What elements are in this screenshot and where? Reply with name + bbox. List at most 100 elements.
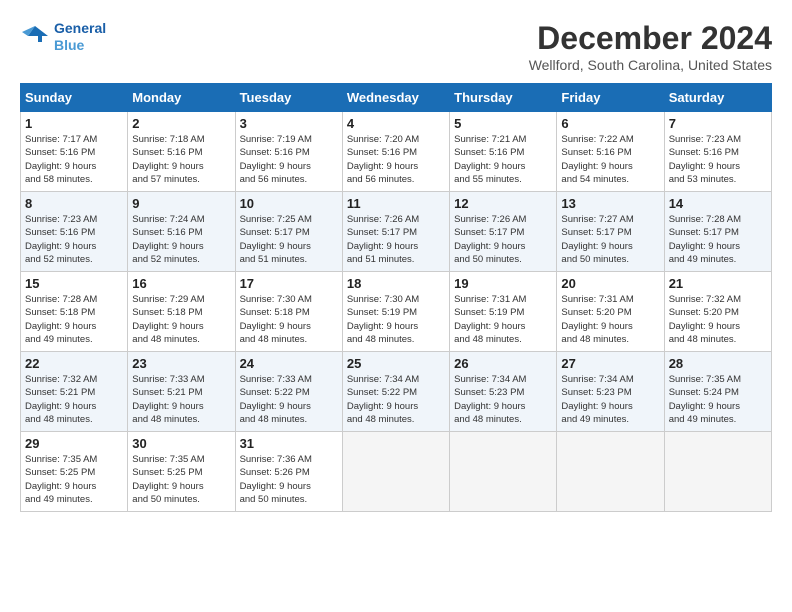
calendar-week-row: 29Sunrise: 7:35 AM Sunset: 5:25 PM Dayli… — [21, 432, 772, 512]
calendar-cell: 4 Sunrise: 7:20 AM Sunset: 5:16 PM Daylig… — [342, 112, 449, 192]
calendar-cell: 3 Sunrise: 7:19 AM Sunset: 5:16 PM Daylig… — [235, 112, 342, 192]
calendar-cell: 2 Sunrise: 7:18 AM Sunset: 5:16 PM Daylig… — [128, 112, 235, 192]
day-number: 17 — [240, 276, 338, 291]
calendar-cell: 17 Sunrise: 7:30 AM Sunset: 5:18 PM Dayli… — [235, 272, 342, 352]
calendar-cell: 21 Sunrise: 7:32 AM Sunset: 5:20 PM Dayli… — [664, 272, 771, 352]
day-info: Sunrise: 7:28 AM Sunset: 5:17 PM Dayligh… — [669, 213, 767, 266]
day-number: 11 — [347, 196, 445, 211]
calendar-cell: 5 Sunrise: 7:21 AM Sunset: 5:16 PM Daylig… — [450, 112, 557, 192]
day-info: Sunrise: 7:20 AM Sunset: 5:16 PM Dayligh… — [347, 133, 445, 186]
calendar-cell: 14Sunrise: 7:28 AM Sunset: 5:17 PM Dayli… — [664, 192, 771, 272]
calendar-cell: 27 Sunrise: 7:34 AM Sunset: 5:23 PM Dayli… — [557, 352, 664, 432]
day-info: Sunrise: 7:28 AM Sunset: 5:18 PM Dayligh… — [25, 293, 123, 346]
calendar-table: SundayMondayTuesdayWednesdayThursdayFrid… — [20, 83, 772, 512]
day-number: 28 — [669, 356, 767, 371]
calendar-cell: 7Sunrise: 7:23 AM Sunset: 5:16 PM Daylig… — [664, 112, 771, 192]
day-number: 10 — [240, 196, 338, 211]
day-number: 22 — [25, 356, 123, 371]
logo-icon — [20, 22, 50, 52]
day-number: 25 — [347, 356, 445, 371]
calendar-cell: 20Sunrise: 7:31 AM Sunset: 5:20 PM Dayli… — [557, 272, 664, 352]
calendar-cell: 24Sunrise: 7:33 AM Sunset: 5:22 PM Dayli… — [235, 352, 342, 432]
day-info: Sunrise: 7:27 AM Sunset: 5:17 PM Dayligh… — [561, 213, 659, 266]
location: Wellford, South Carolina, United States — [529, 57, 772, 73]
day-number: 5 — [454, 116, 552, 131]
calendar-cell: 12 Sunrise: 7:26 AM Sunset: 5:17 PM Dayli… — [450, 192, 557, 272]
month-title: December 2024 — [529, 20, 772, 57]
day-info: Sunrise: 7:35 AM Sunset: 5:25 PM Dayligh… — [25, 453, 123, 506]
day-info: Sunrise: 7:35 AM Sunset: 5:25 PM Dayligh… — [132, 453, 230, 506]
day-info: Sunrise: 7:25 AM Sunset: 5:17 PM Dayligh… — [240, 213, 338, 266]
calendar-cell — [450, 432, 557, 512]
day-number: 15 — [25, 276, 123, 291]
day-number: 9 — [132, 196, 230, 211]
day-info: Sunrise: 7:36 AM Sunset: 5:26 PM Dayligh… — [240, 453, 338, 506]
day-info: Sunrise: 7:30 AM Sunset: 5:19 PM Dayligh… — [347, 293, 445, 346]
logo: General Blue — [20, 20, 106, 54]
calendar-cell: 31 Sunrise: 7:36 AM Sunset: 5:26 PM Dayli… — [235, 432, 342, 512]
day-info: Sunrise: 7:23 AM Sunset: 5:16 PM Dayligh… — [25, 213, 123, 266]
day-number: 1 — [25, 116, 123, 131]
day-number: 30 — [132, 436, 230, 451]
calendar-cell: 10 Sunrise: 7:25 AM Sunset: 5:17 PM Dayli… — [235, 192, 342, 272]
day-number: 18 — [347, 276, 445, 291]
calendar-cell — [342, 432, 449, 512]
calendar-cell: 26 Sunrise: 7:34 AM Sunset: 5:23 PM Dayli… — [450, 352, 557, 432]
day-info: Sunrise: 7:17 AM Sunset: 5:16 PM Dayligh… — [25, 133, 123, 186]
page-header: General Blue December 2024 Wellford, Sou… — [20, 20, 772, 73]
day-number: 20 — [561, 276, 659, 291]
calendar-cell: 16 Sunrise: 7:29 AM Sunset: 5:18 PM Dayli… — [128, 272, 235, 352]
weekday-header: Friday — [557, 84, 664, 112]
day-info: Sunrise: 7:30 AM Sunset: 5:18 PM Dayligh… — [240, 293, 338, 346]
weekday-header: Sunday — [21, 84, 128, 112]
calendar-cell: 22 Sunrise: 7:32 AM Sunset: 5:21 PM Dayli… — [21, 352, 128, 432]
calendar-cell: 13Sunrise: 7:27 AM Sunset: 5:17 PM Dayli… — [557, 192, 664, 272]
day-info: Sunrise: 7:32 AM Sunset: 5:20 PM Dayligh… — [669, 293, 767, 346]
day-number: 16 — [132, 276, 230, 291]
day-info: Sunrise: 7:29 AM Sunset: 5:18 PM Dayligh… — [132, 293, 230, 346]
calendar-week-row: 1 Sunrise: 7:17 AM Sunset: 5:16 PM Daylig… — [21, 112, 772, 192]
day-number: 6 — [561, 116, 659, 131]
day-info: Sunrise: 7:32 AM Sunset: 5:21 PM Dayligh… — [25, 373, 123, 426]
day-number: 26 — [454, 356, 552, 371]
calendar-cell: 8Sunrise: 7:23 AM Sunset: 5:16 PM Daylig… — [21, 192, 128, 272]
day-info: Sunrise: 7:34 AM Sunset: 5:23 PM Dayligh… — [561, 373, 659, 426]
day-number: 3 — [240, 116, 338, 131]
weekday-header-row: SundayMondayTuesdayWednesdayThursdayFrid… — [21, 84, 772, 112]
day-number: 4 — [347, 116, 445, 131]
calendar-cell: 11Sunrise: 7:26 AM Sunset: 5:17 PM Dayli… — [342, 192, 449, 272]
day-info: Sunrise: 7:21 AM Sunset: 5:16 PM Dayligh… — [454, 133, 552, 186]
calendar-cell: 6Sunrise: 7:22 AM Sunset: 5:16 PM Daylig… — [557, 112, 664, 192]
title-block: December 2024 Wellford, South Carolina, … — [529, 20, 772, 73]
day-number: 19 — [454, 276, 552, 291]
day-info: Sunrise: 7:18 AM Sunset: 5:16 PM Dayligh… — [132, 133, 230, 186]
day-info: Sunrise: 7:33 AM Sunset: 5:21 PM Dayligh… — [132, 373, 230, 426]
calendar-cell: 25Sunrise: 7:34 AM Sunset: 5:22 PM Dayli… — [342, 352, 449, 432]
day-info: Sunrise: 7:35 AM Sunset: 5:24 PM Dayligh… — [669, 373, 767, 426]
day-number: 24 — [240, 356, 338, 371]
day-number: 27 — [561, 356, 659, 371]
weekday-header: Tuesday — [235, 84, 342, 112]
day-info: Sunrise: 7:34 AM Sunset: 5:23 PM Dayligh… — [454, 373, 552, 426]
weekday-header: Monday — [128, 84, 235, 112]
day-info: Sunrise: 7:24 AM Sunset: 5:16 PM Dayligh… — [132, 213, 230, 266]
calendar-cell: 29Sunrise: 7:35 AM Sunset: 5:25 PM Dayli… — [21, 432, 128, 512]
calendar-week-row: 8Sunrise: 7:23 AM Sunset: 5:16 PM Daylig… — [21, 192, 772, 272]
day-info: Sunrise: 7:26 AM Sunset: 5:17 PM Dayligh… — [454, 213, 552, 266]
weekday-header: Thursday — [450, 84, 557, 112]
day-info: Sunrise: 7:19 AM Sunset: 5:16 PM Dayligh… — [240, 133, 338, 186]
calendar-cell: 18 Sunrise: 7:30 AM Sunset: 5:19 PM Dayli… — [342, 272, 449, 352]
logo-text: General Blue — [54, 20, 106, 54]
calendar-cell: 1 Sunrise: 7:17 AM Sunset: 5:16 PM Daylig… — [21, 112, 128, 192]
calendar-cell — [557, 432, 664, 512]
day-number: 31 — [240, 436, 338, 451]
day-number: 2 — [132, 116, 230, 131]
calendar-cell: 23Sunrise: 7:33 AM Sunset: 5:21 PM Dayli… — [128, 352, 235, 432]
day-number: 21 — [669, 276, 767, 291]
day-info: Sunrise: 7:31 AM Sunset: 5:19 PM Dayligh… — [454, 293, 552, 346]
weekday-header: Wednesday — [342, 84, 449, 112]
calendar-cell: 19 Sunrise: 7:31 AM Sunset: 5:19 PM Dayli… — [450, 272, 557, 352]
calendar-cell: 30 Sunrise: 7:35 AM Sunset: 5:25 PM Dayli… — [128, 432, 235, 512]
weekday-header: Saturday — [664, 84, 771, 112]
day-number: 12 — [454, 196, 552, 211]
